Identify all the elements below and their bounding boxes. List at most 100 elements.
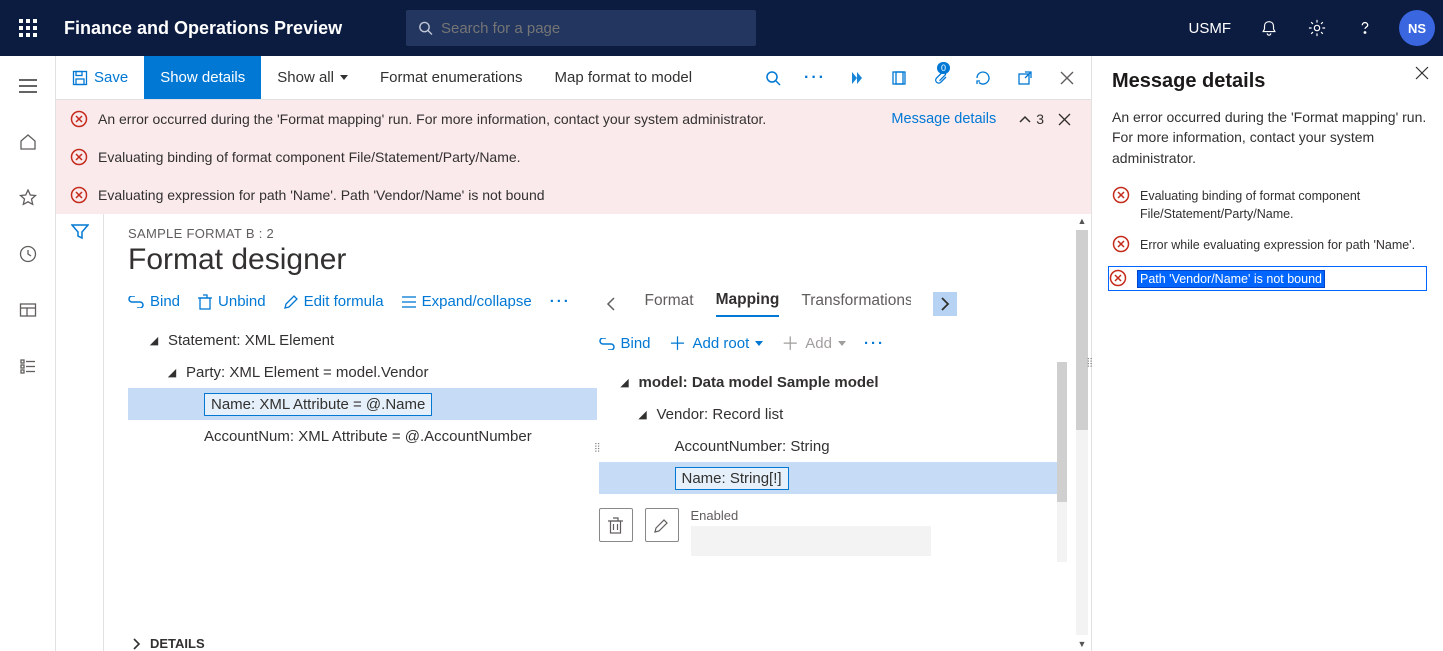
avatar[interactable]: NS [1399,10,1435,46]
outer-scrollbar[interactable]: ▲ ▼ [1073,214,1091,651]
bind-button[interactable]: Bind [128,293,180,310]
trash-icon [608,517,623,534]
bell-icon [1260,19,1278,37]
collapse-errors[interactable]: 3 [1018,111,1044,127]
pencil-icon [654,518,669,533]
edit-button[interactable] [645,508,679,542]
filter-button[interactable] [71,224,89,651]
tree-node[interactable]: ◢model: Data model Sample model [599,366,1068,398]
format-toolbar: Bind Unbind Edit formula Expand/collapse… [128,291,597,320]
close-button[interactable] [1047,58,1087,98]
star-icon [19,189,37,207]
popout-icon [1017,70,1033,86]
unbind-button[interactable]: Unbind [198,293,266,310]
find-button[interactable] [753,58,793,98]
action-bar: Save Show details Show all Format enumer… [56,56,1091,100]
nav-workspaces[interactable] [16,298,40,322]
connector-icon [848,70,866,86]
tabs-prev[interactable] [599,292,623,316]
panel-resize-handle[interactable]: ⦙⦙ [1087,356,1093,382]
show-details-button[interactable]: Show details [144,56,261,99]
bind-button[interactable]: Bind [599,335,651,352]
mapping-overflow[interactable]: ··· [864,335,885,352]
message-text: Evaluating binding of format component F… [1140,186,1427,223]
left-nav-rail [0,56,56,651]
tree-node-selected[interactable]: Name: String[!] [599,462,1068,494]
app-launcher[interactable] [0,0,56,56]
nav-favorites[interactable] [16,186,40,210]
save-icon [72,70,88,86]
panel-description: An error occurred during the 'Format map… [1112,107,1427,168]
message-item[interactable]: Error while evaluating expression for pa… [1112,235,1427,254]
close-icon [1415,66,1429,80]
enabled-field: Enabled [691,508,931,556]
mapping-tree: ◢model: Data model Sample model ◢Vendor:… [599,362,1068,494]
dismiss-errors[interactable] [1058,113,1071,126]
chevron-down-icon: ◢ [617,376,633,389]
nav-hamburger[interactable] [16,74,40,98]
delete-button[interactable] [599,508,633,542]
plus-icon: ＋ [781,337,799,351]
popout-button[interactable] [1005,58,1045,98]
attachments-button[interactable]: 0 [921,58,961,98]
hamburger-icon [19,79,37,93]
add-root-button[interactable]: ＋Add root [669,335,764,352]
search-input[interactable] [441,20,744,37]
search-icon [765,70,781,86]
error-text: Evaluating expression for path 'Name'. P… [98,187,1077,203]
top-right: USMF NS [1179,8,1443,48]
chevron-down-icon: ◢ [164,366,180,379]
tabs-next[interactable] [933,292,957,316]
tree-node-selected[interactable]: Name: XML Attribute = @.Name [128,388,597,420]
refresh-button[interactable] [963,58,1003,98]
expand-collapse-button[interactable]: Expand/collapse [402,293,532,310]
funnel-icon [71,224,89,240]
message-details-link[interactable]: Message details [879,111,1008,127]
chevron-up-icon [1018,114,1032,124]
enabled-input[interactable] [691,526,931,556]
format-tree: ◢Statement: XML Element ◢Party: XML Elem… [128,320,597,452]
connector-button[interactable] [837,58,877,98]
tree-node[interactable]: ◢Vendor: Record list [599,398,1068,430]
attachments-badge: 0 [937,62,950,74]
tree-node[interactable]: ◢Statement: XML Element [128,324,597,356]
nav-home[interactable] [16,130,40,154]
designer-area: SAMPLE FORMAT B : 2 Format designer Bind… [56,214,1091,651]
tree-node[interactable]: AccountNumber: String [599,430,1068,462]
help-button[interactable] [1345,8,1385,48]
tree-node[interactable]: ◢Party: XML Element = model.Vendor [128,356,597,388]
modules-icon [19,357,37,375]
office-button[interactable] [879,58,919,98]
save-button[interactable]: Save [56,56,144,99]
chevron-down-icon: ◢ [635,408,651,421]
nav-recent[interactable] [16,242,40,266]
overflow-button[interactable]: ··· [795,58,835,98]
mapping-tree-wrap: ◢model: Data model Sample model ◢Vendor:… [599,362,1068,622]
center-column: Save Show details Show all Format enumer… [56,56,1091,651]
nav-modules[interactable] [16,354,40,378]
message-item-selected[interactable]: Path 'Vendor/Name' is not bound [1108,266,1427,291]
message-item[interactable]: Evaluating binding of format component F… [1112,186,1427,223]
tab-format[interactable]: Format [645,292,694,316]
mapping-pane: Format Mapping Transformations Bind ＋Add… [599,291,1068,622]
save-label: Save [94,69,128,86]
tab-transformations[interactable]: Transformations [801,292,911,316]
edit-formula-button[interactable]: Edit formula [284,293,384,310]
search-box[interactable] [406,10,756,46]
panel-close-button[interactable] [1415,66,1429,80]
inner-scrollbar[interactable] [1057,362,1067,562]
format-enumerations-button[interactable]: Format enumerations [364,56,539,99]
chevron-left-icon [606,297,616,311]
notifications-button[interactable] [1249,8,1289,48]
error-count: 3 [1036,111,1044,127]
tree-node[interactable]: AccountNum: XML Attribute = @.AccountNum… [128,420,597,452]
error-row: Evaluating expression for path 'Name'. P… [56,176,1091,214]
show-all-button[interactable]: Show all [261,56,364,99]
map-format-button[interactable]: Map format to model [539,56,709,99]
tab-mapping[interactable]: Mapping [716,291,780,317]
settings-button[interactable] [1297,8,1337,48]
company-label[interactable]: USMF [1179,20,1242,37]
details-expander[interactable]: DETAILS [128,622,1067,651]
format-overflow[interactable]: ··· [550,293,571,310]
error-icon [1112,235,1130,253]
